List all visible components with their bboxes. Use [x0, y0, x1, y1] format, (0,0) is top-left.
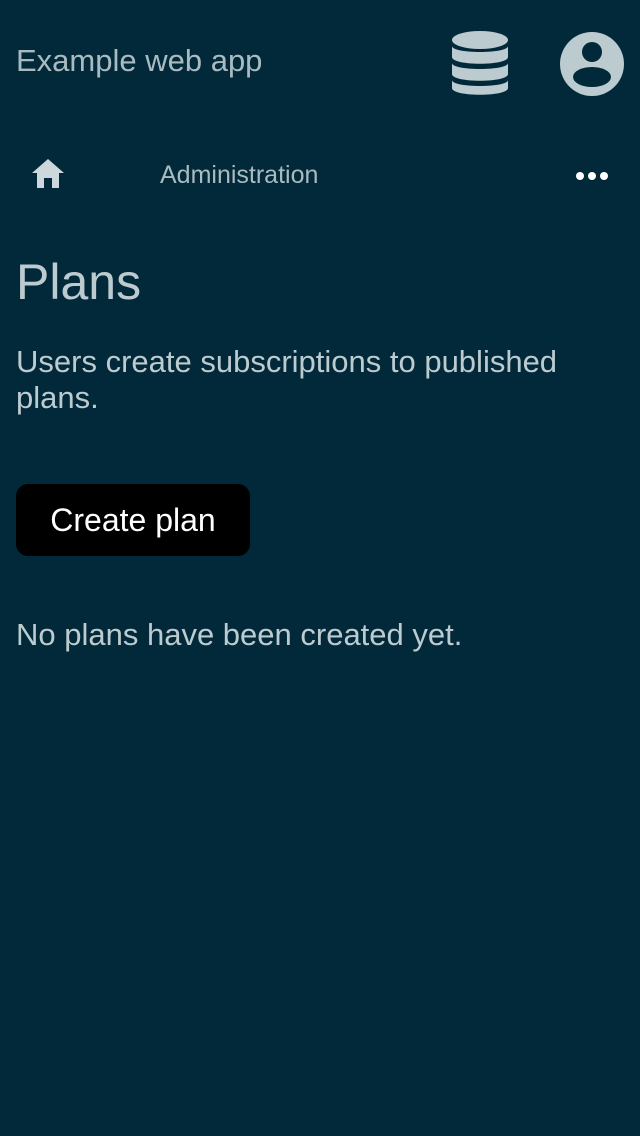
database-icon [452, 31, 508, 95]
create-plan-button[interactable]: Create plan [16, 484, 250, 556]
empty-state-message: No plans have been created yet. [16, 617, 463, 652]
more-horizontal-icon [576, 172, 608, 180]
app-header: Example web app [0, 0, 640, 124]
home-icon [32, 159, 64, 188]
database-button[interactable] [448, 30, 512, 98]
home-button[interactable] [28, 156, 68, 192]
account-button[interactable] [558, 30, 626, 98]
account-circle-icon [560, 32, 624, 96]
breadcrumb-administration[interactable]: Administration [160, 160, 318, 190]
app-title: Example web app [16, 43, 263, 78]
page-title: Plans [16, 254, 142, 310]
more-options-button[interactable] [572, 162, 612, 190]
breadcrumb-nav: Administration [0, 140, 640, 210]
page-description: Users create subscriptions to published … [16, 344, 558, 415]
